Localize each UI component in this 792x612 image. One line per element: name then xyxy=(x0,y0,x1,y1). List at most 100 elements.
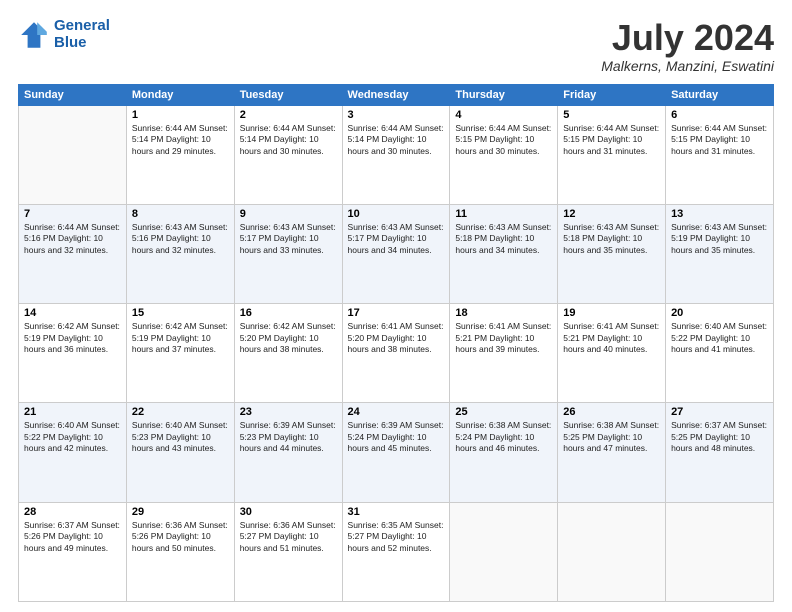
calendar-header-row: SundayMondayTuesdayWednesdayThursdayFrid… xyxy=(19,84,774,105)
day-number: 7 xyxy=(24,208,121,220)
calendar-cell: 27 Sunrise: 6:37 AM Sunset: 5:25 PM Dayli… xyxy=(666,403,774,502)
day-info: Sunrise: 6:38 AM Sunset: 5:24 PM Dayligh… xyxy=(455,420,552,454)
day-info: Sunrise: 6:41 AM Sunset: 5:21 PM Dayligh… xyxy=(563,321,660,355)
calendar-cell: 9 Sunrise: 6:43 AM Sunset: 5:17 PM Daylig… xyxy=(234,204,342,303)
calendar-cell: 21Sunrise: 6:40 AM Sunset: 5:22 PM Dayli… xyxy=(19,403,127,502)
day-info: Sunrise: 6:43 AM Sunset: 5:18 PM Dayligh… xyxy=(563,222,660,256)
day-header-saturday: Saturday xyxy=(666,84,774,105)
day-info: Sunrise: 6:39 AM Sunset: 5:23 PM Dayligh… xyxy=(240,420,337,454)
title-block: July 2024 Malkerns, Manzini, Eswatini xyxy=(601,18,774,74)
calendar-cell: 25Sunrise: 6:38 AM Sunset: 5:24 PM Dayli… xyxy=(450,403,558,502)
day-number: 11 xyxy=(455,208,552,220)
calendar-cell: 13 Sunrise: 6:43 AM Sunset: 5:19 PM Dayli… xyxy=(666,204,774,303)
calendar-week-row: 14Sunrise: 6:42 AM Sunset: 5:19 PM Dayli… xyxy=(19,304,774,403)
day-info: Sunrise: 6:40 AM Sunset: 5:22 PM Dayligh… xyxy=(24,420,121,454)
day-info: Sunrise: 6:44 AM Sunset: 5:14 PM Dayligh… xyxy=(348,123,445,157)
calendar-cell: 12 Sunrise: 6:43 AM Sunset: 5:18 PM Dayli… xyxy=(558,204,666,303)
calendar-cell: 18Sunrise: 6:41 AM Sunset: 5:21 PM Dayli… xyxy=(450,304,558,403)
calendar-cell: 16 Sunrise: 6:42 AM Sunset: 5:20 PM Dayli… xyxy=(234,304,342,403)
day-number: 27 xyxy=(671,406,768,418)
day-info: Sunrise: 6:43 AM Sunset: 5:18 PM Dayligh… xyxy=(455,222,552,256)
calendar-cell: 22 Sunrise: 6:40 AM Sunset: 5:23 PM Dayli… xyxy=(126,403,234,502)
calendar-cell xyxy=(666,502,774,601)
calendar-cell: 29Sunrise: 6:36 AM Sunset: 5:26 PM Dayli… xyxy=(126,502,234,601)
day-info: Sunrise: 6:42 AM Sunset: 5:20 PM Dayligh… xyxy=(240,321,337,355)
page: General Blue July 2024 Malkerns, Manzini… xyxy=(0,0,792,612)
day-number: 29 xyxy=(132,506,229,518)
day-info: Sunrise: 6:37 AM Sunset: 5:25 PM Dayligh… xyxy=(671,420,768,454)
day-header-monday: Monday xyxy=(126,84,234,105)
day-info: Sunrise: 6:43 AM Sunset: 5:17 PM Dayligh… xyxy=(240,222,337,256)
calendar-cell: 5 Sunrise: 6:44 AM Sunset: 5:15 PM Daylig… xyxy=(558,105,666,204)
calendar-cell: 6Sunrise: 6:44 AM Sunset: 5:15 PM Daylig… xyxy=(666,105,774,204)
day-info: Sunrise: 6:41 AM Sunset: 5:20 PM Dayligh… xyxy=(348,321,445,355)
day-info: Sunrise: 6:44 AM Sunset: 5:14 PM Dayligh… xyxy=(240,123,337,157)
calendar-week-row: 28 Sunrise: 6:37 AM Sunset: 5:26 PM Dayli… xyxy=(19,502,774,601)
day-info: Sunrise: 6:40 AM Sunset: 5:23 PM Dayligh… xyxy=(132,420,229,454)
calendar-cell: 11 Sunrise: 6:43 AM Sunset: 5:18 PM Dayli… xyxy=(450,204,558,303)
day-number: 20 xyxy=(671,307,768,319)
calendar-cell: 31 Sunrise: 6:35 AM Sunset: 5:27 PM Dayli… xyxy=(342,502,450,601)
day-info: Sunrise: 6:43 AM Sunset: 5:19 PM Dayligh… xyxy=(671,222,768,256)
day-number: 10 xyxy=(348,208,445,220)
day-number: 16 xyxy=(240,307,337,319)
logo-icon xyxy=(18,19,50,51)
day-number: 9 xyxy=(240,208,337,220)
day-number: 12 xyxy=(563,208,660,220)
calendar-cell xyxy=(558,502,666,601)
calendar-cell xyxy=(450,502,558,601)
day-header-wednesday: Wednesday xyxy=(342,84,450,105)
day-info: Sunrise: 6:36 AM Sunset: 5:27 PM Dayligh… xyxy=(240,520,337,554)
calendar-cell: 8 Sunrise: 6:43 AM Sunset: 5:16 PM Daylig… xyxy=(126,204,234,303)
calendar-cell: 10Sunrise: 6:43 AM Sunset: 5:17 PM Dayli… xyxy=(342,204,450,303)
day-info: Sunrise: 6:37 AM Sunset: 5:26 PM Dayligh… xyxy=(24,520,121,554)
day-header-tuesday: Tuesday xyxy=(234,84,342,105)
calendar-cell: 24Sunrise: 6:39 AM Sunset: 5:24 PM Dayli… xyxy=(342,403,450,502)
calendar-cell: 3 Sunrise: 6:44 AM Sunset: 5:14 PM Daylig… xyxy=(342,105,450,204)
day-number: 28 xyxy=(24,506,121,518)
calendar-table: SundayMondayTuesdayWednesdayThursdayFrid… xyxy=(18,84,774,602)
day-number: 19 xyxy=(563,307,660,319)
day-info: Sunrise: 6:43 AM Sunset: 5:16 PM Dayligh… xyxy=(132,222,229,256)
day-number: 15 xyxy=(132,307,229,319)
day-info: Sunrise: 6:40 AM Sunset: 5:22 PM Dayligh… xyxy=(671,321,768,355)
calendar-cell: 1Sunrise: 6:44 AM Sunset: 5:14 PM Daylig… xyxy=(126,105,234,204)
day-number: 24 xyxy=(348,406,445,418)
calendar-cell: 28 Sunrise: 6:37 AM Sunset: 5:26 PM Dayli… xyxy=(19,502,127,601)
calendar-cell: 15 Sunrise: 6:42 AM Sunset: 5:19 PM Dayli… xyxy=(126,304,234,403)
calendar-cell: 17Sunrise: 6:41 AM Sunset: 5:20 PM Dayli… xyxy=(342,304,450,403)
calendar-cell: 4Sunrise: 6:44 AM Sunset: 5:15 PM Daylig… xyxy=(450,105,558,204)
calendar-week-row: 1Sunrise: 6:44 AM Sunset: 5:14 PM Daylig… xyxy=(19,105,774,204)
header: General Blue July 2024 Malkerns, Manzini… xyxy=(18,18,774,74)
day-number: 2 xyxy=(240,109,337,121)
calendar-week-row: 21Sunrise: 6:40 AM Sunset: 5:22 PM Dayli… xyxy=(19,403,774,502)
day-info: Sunrise: 6:44 AM Sunset: 5:16 PM Dayligh… xyxy=(24,222,121,256)
day-number: 22 xyxy=(132,406,229,418)
calendar-cell: 20 Sunrise: 6:40 AM Sunset: 5:22 PM Dayli… xyxy=(666,304,774,403)
calendar-cell: 7 Sunrise: 6:44 AM Sunset: 5:16 PM Daylig… xyxy=(19,204,127,303)
day-number: 3 xyxy=(348,109,445,121)
day-number: 8 xyxy=(132,208,229,220)
day-number: 31 xyxy=(348,506,445,518)
day-number: 5 xyxy=(563,109,660,121)
day-header-thursday: Thursday xyxy=(450,84,558,105)
calendar-cell: 26 Sunrise: 6:38 AM Sunset: 5:25 PM Dayli… xyxy=(558,403,666,502)
day-header-friday: Friday xyxy=(558,84,666,105)
day-info: Sunrise: 6:41 AM Sunset: 5:21 PM Dayligh… xyxy=(455,321,552,355)
day-info: Sunrise: 6:42 AM Sunset: 5:19 PM Dayligh… xyxy=(132,321,229,355)
logo-line1: General xyxy=(54,18,110,35)
day-number: 30 xyxy=(240,506,337,518)
day-number: 13 xyxy=(671,208,768,220)
day-number: 4 xyxy=(455,109,552,121)
day-info: Sunrise: 6:44 AM Sunset: 5:15 PM Dayligh… xyxy=(563,123,660,157)
logo-line2: Blue xyxy=(54,35,110,52)
location: Malkerns, Manzini, Eswatini xyxy=(601,58,774,74)
calendar-cell: 30 Sunrise: 6:36 AM Sunset: 5:27 PM Dayli… xyxy=(234,502,342,601)
day-info: Sunrise: 6:35 AM Sunset: 5:27 PM Dayligh… xyxy=(348,520,445,554)
day-info: Sunrise: 6:42 AM Sunset: 5:19 PM Dayligh… xyxy=(24,321,121,355)
day-number: 26 xyxy=(563,406,660,418)
day-number: 23 xyxy=(240,406,337,418)
month-title: July 2024 xyxy=(601,18,774,58)
day-info: Sunrise: 6:38 AM Sunset: 5:25 PM Dayligh… xyxy=(563,420,660,454)
day-number: 6 xyxy=(671,109,768,121)
